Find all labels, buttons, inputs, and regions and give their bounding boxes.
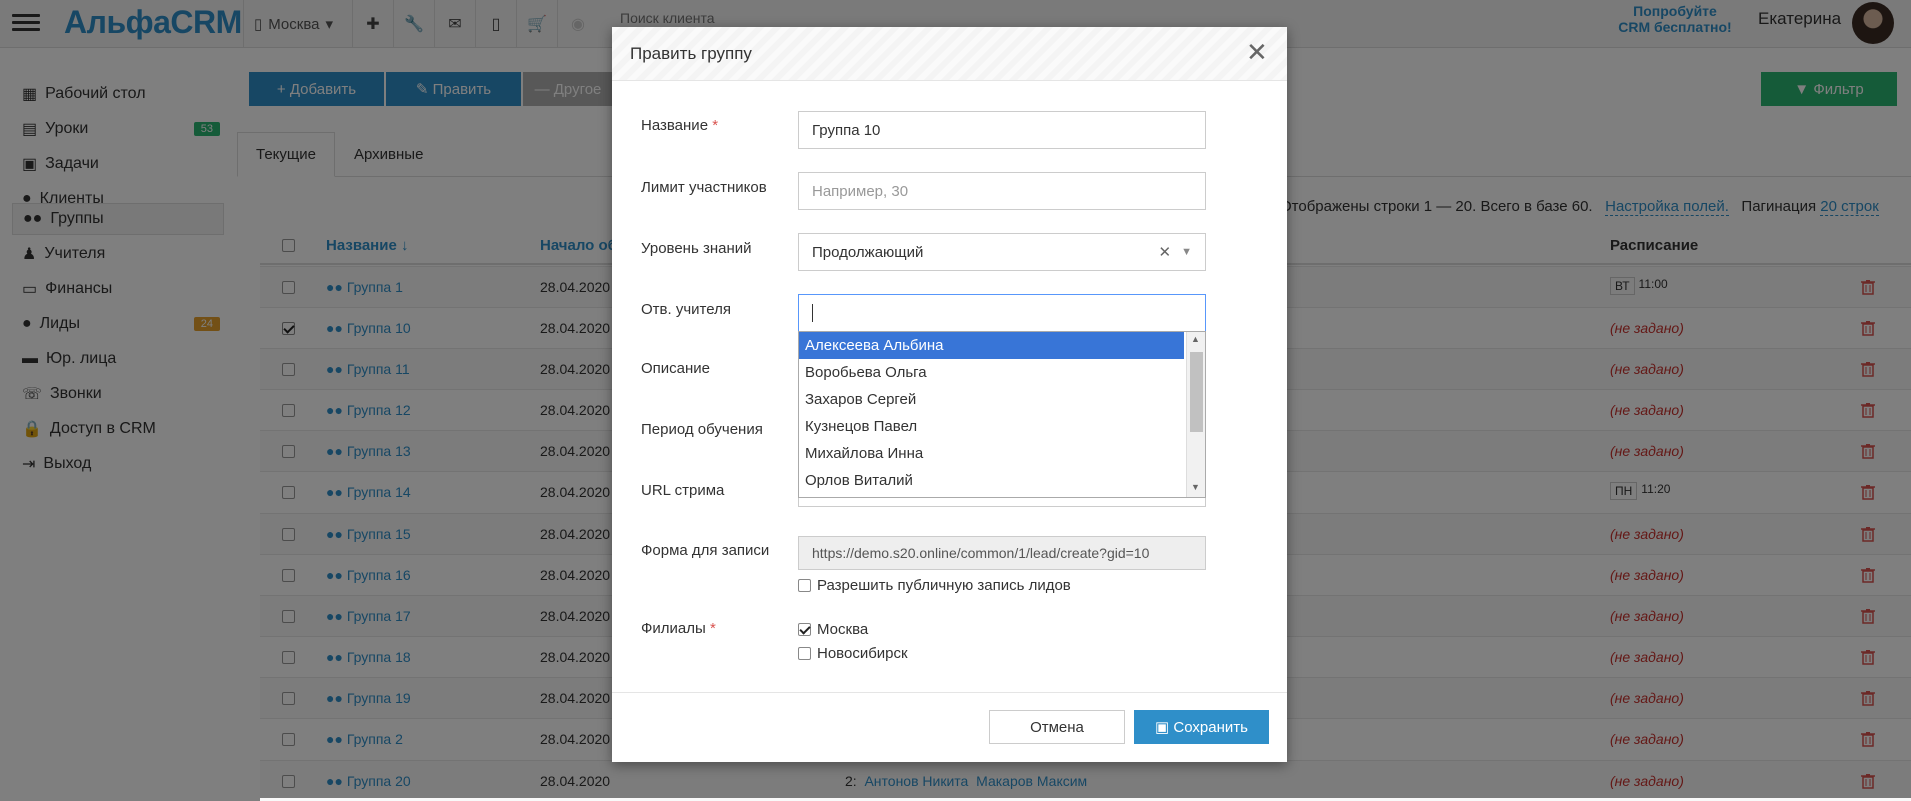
floppy-icon: ▣ bbox=[1155, 719, 1174, 736]
clear-icon[interactable]: ✕ bbox=[1159, 243, 1172, 261]
teacher-search-field[interactable] bbox=[798, 294, 1206, 332]
branches-label-text: Филиалы bbox=[641, 620, 706, 637]
public-lead-checkbox[interactable]: Разрешить публичную запись лидов bbox=[798, 577, 1071, 594]
teacher-option[interactable]: Кузнецов Павел bbox=[799, 413, 1184, 440]
form-label: Форма для записи bbox=[641, 542, 770, 559]
teacher-option[interactable]: Орлов Виталий bbox=[799, 467, 1184, 494]
name-label-text: Название bbox=[641, 117, 709, 134]
branch-label: Новосибирск bbox=[817, 645, 908, 662]
stream-url-label: URL стрима bbox=[641, 482, 725, 499]
modal-footer: Отмена ▣ Сохранить bbox=[612, 692, 1287, 762]
modal-header: Править группу ✕ bbox=[612, 27, 1287, 81]
close-icon[interactable]: ✕ bbox=[1246, 39, 1268, 65]
description-label: Описание bbox=[641, 360, 711, 377]
app-window: АльфаCRM ▯ Москва ▾ ✚ 🔧 ✉ ▯ 🛒 ◉ Поиск кл… bbox=[0, 0, 1911, 801]
level-value: Продолжающий bbox=[812, 243, 924, 261]
level-select[interactable]: Продолжающий ✕ ▼ bbox=[798, 233, 1206, 271]
limit-label: Лимит участников bbox=[641, 179, 767, 196]
branch-label: Москва bbox=[817, 621, 869, 638]
cancel-button[interactable]: Отмена bbox=[989, 710, 1125, 744]
scroll-thumb[interactable] bbox=[1190, 352, 1203, 432]
teacher-option[interactable]: Захаров Сергей bbox=[799, 386, 1184, 413]
caret-down-icon[interactable]: ▼ bbox=[1181, 246, 1192, 258]
checkbox-box[interactable] bbox=[798, 623, 811, 636]
save-button-label: Сохранить bbox=[1173, 718, 1248, 736]
period-label: Период обучения bbox=[641, 421, 763, 438]
teacher-option[interactable]: Воробьева Ольга bbox=[799, 359, 1184, 386]
branch-checkbox-novosibirsk[interactable]: Новосибирск bbox=[798, 645, 908, 662]
teacher-option[interactable]: Михайлова Инна bbox=[799, 440, 1184, 467]
checkbox-box[interactable] bbox=[798, 647, 811, 660]
required-mark: * bbox=[709, 620, 716, 637]
required-mark: * bbox=[712, 117, 719, 134]
checkbox-box[interactable] bbox=[798, 579, 811, 592]
edit-group-modal: Править группу ✕ Название * Группа 10 Ли… bbox=[612, 27, 1287, 762]
dropdown-scrollbar[interactable]: ▲ ▼ bbox=[1186, 332, 1205, 497]
scroll-down-icon[interactable]: ▼ bbox=[1191, 482, 1200, 492]
branch-checkbox-moscow[interactable]: Москва bbox=[798, 621, 868, 638]
branches-label: Филиалы * bbox=[641, 620, 716, 637]
level-label: Уровень знаний bbox=[641, 240, 752, 257]
form-url-field[interactable]: https://demo.s20.online/common/1/lead/cr… bbox=[798, 536, 1206, 570]
teacher-dropdown: Алексеева Альбина Воробьева Ольга Захаро… bbox=[798, 331, 1206, 498]
modal-title: Править группу bbox=[630, 44, 752, 63]
teacher-option[interactable]: Алексеева Альбина bbox=[799, 332, 1184, 359]
scroll-up-icon[interactable]: ▲ bbox=[1191, 334, 1200, 344]
teacher-label: Отв. учителя bbox=[641, 301, 731, 318]
text-cursor bbox=[812, 304, 813, 322]
limit-field[interactable]: Например, 30 bbox=[798, 172, 1206, 210]
public-lead-label: Разрешить публичную запись лидов bbox=[817, 577, 1071, 594]
name-label: Название * bbox=[641, 117, 718, 134]
name-field[interactable]: Группа 10 bbox=[798, 111, 1206, 149]
save-button[interactable]: ▣ Сохранить bbox=[1134, 710, 1269, 744]
